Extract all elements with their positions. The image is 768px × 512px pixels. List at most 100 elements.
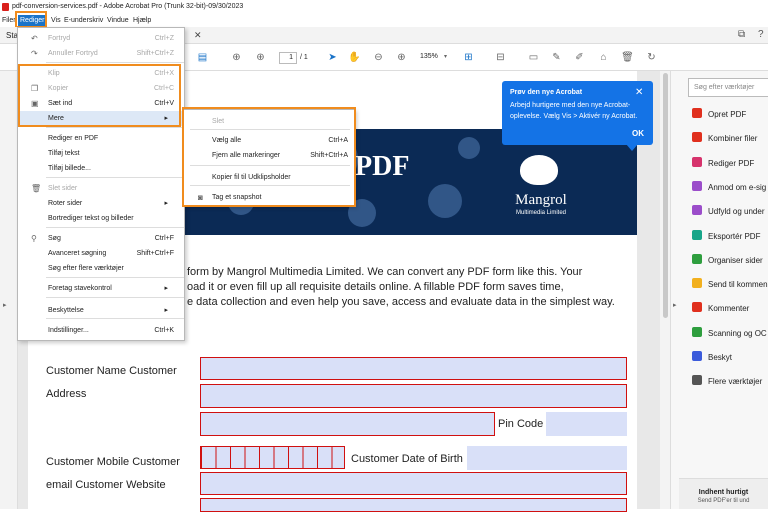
edit-menu-item-label: Søg efter flere værktøjer bbox=[48, 265, 124, 272]
label-customer-name: Customer Name Customer bbox=[46, 365, 177, 377]
edit-menu-item-shortcut: Ctrl+F bbox=[154, 235, 174, 242]
left-nav-panel: ▸ bbox=[0, 71, 18, 509]
hand-tool-icon[interactable]: ✋ bbox=[348, 51, 361, 64]
menu-bar: Filer Rediger Vis E-underskriv Vindue Hj… bbox=[0, 14, 768, 27]
tool-item[interactable]: Beskyt bbox=[692, 351, 732, 365]
banner-title: PDF bbox=[355, 151, 410, 182]
menu-hjaelp[interactable]: Hjælp bbox=[133, 14, 151, 27]
tool-icon bbox=[692, 278, 702, 289]
edit-menu-item[interactable]: ↶ Fortryd Ctrl+Z bbox=[18, 31, 184, 46]
submenu-arrow-icon: ▸ bbox=[164, 285, 168, 292]
zoom-out-icon[interactable]: ⊖ bbox=[372, 51, 385, 64]
edit-menu-item[interactable]: ⚲ Søg Ctrl+F bbox=[18, 231, 184, 246]
address-field-1[interactable] bbox=[200, 384, 627, 408]
stamp-icon[interactable]: ⌂ bbox=[597, 51, 610, 64]
comment-icon[interactable]: ▭ bbox=[527, 51, 540, 64]
tool-search-input[interactable]: Søg efter værktøjer bbox=[688, 78, 768, 97]
highlight-pen-icon[interactable]: ✎ bbox=[550, 51, 563, 64]
next-page-icon[interactable]: ⊕ bbox=[254, 51, 267, 64]
dob-field[interactable] bbox=[467, 446, 627, 470]
edit-menu-item-label: Foretag stavekontrol bbox=[48, 285, 112, 292]
edit-menu-item-shortcut: Shift+Ctrl+F bbox=[136, 250, 174, 257]
tool-icon bbox=[692, 302, 702, 313]
tool-item[interactable]: Send til kommen bbox=[692, 278, 768, 292]
label-address: Address bbox=[46, 388, 87, 400]
title-bar: pdf-conversion-services.pdf - Adobe Acro… bbox=[0, 0, 768, 14]
mobile-field[interactable] bbox=[200, 446, 345, 469]
edit-menu-item-label: Bortrediger tekst og billeder bbox=[48, 215, 134, 222]
delete-icon[interactable]: 🗑 bbox=[621, 51, 634, 64]
tool-item[interactable]: Udfyld og under bbox=[692, 205, 764, 219]
label-pin-code: Pin Code bbox=[498, 418, 544, 430]
address-field-2[interactable] bbox=[200, 412, 495, 436]
undo-icon: ↶ bbox=[31, 34, 38, 43]
tool-item[interactable]: Organiser sider bbox=[692, 253, 763, 268]
edit-menu-item[interactable]: Rediger en PDF bbox=[18, 131, 184, 146]
edit-menu-item[interactable]: 🗑 Slet sider bbox=[18, 181, 184, 196]
menu-filer[interactable]: Filer bbox=[2, 14, 16, 27]
edit-menu-item[interactable]: Indstillinger... Ctrl+K bbox=[18, 323, 184, 338]
tool-item[interactable]: Kommenter bbox=[692, 302, 749, 316]
scrollbar-thumb[interactable] bbox=[663, 73, 668, 318]
select-cursor-icon[interactable]: ➤ bbox=[326, 51, 339, 64]
tool-icon bbox=[692, 351, 702, 361]
expand-left-panel-icon[interactable]: ▸ bbox=[3, 301, 7, 309]
edit-menu-item[interactable]: Avanceret søgning Shift+Ctrl+F bbox=[18, 246, 184, 261]
edit-menu-item[interactable]: Foretag stavekontrol ▸ bbox=[18, 281, 184, 296]
collapse-right-panel-icon[interactable]: ▸ bbox=[673, 301, 677, 309]
edit-menu-item[interactable]: Beskyttelse ▸ bbox=[18, 303, 184, 318]
website-field[interactable] bbox=[200, 498, 627, 512]
tool-item[interactable]: Eksportér PDF bbox=[692, 229, 760, 244]
highlight-more-submenu bbox=[182, 107, 356, 207]
tool-label: Send til kommen bbox=[708, 280, 768, 290]
edit-menu-item[interactable]: Bortrediger tekst og billeder bbox=[18, 211, 184, 226]
menu-separator bbox=[46, 62, 184, 63]
customer-name-field[interactable] bbox=[200, 357, 627, 380]
draw-icon[interactable]: ✐ bbox=[573, 51, 586, 64]
popup-pointer bbox=[626, 144, 638, 151]
edit-menu-item[interactable]: Tilføj billede... bbox=[18, 161, 184, 176]
page-display-icon[interactable]: ⊞ bbox=[462, 51, 475, 64]
tool-item[interactable]: Rediger PDF bbox=[692, 156, 755, 171]
page-number-input[interactable]: 1 bbox=[279, 52, 297, 64]
zoom-in-icon[interactable]: ⊕ bbox=[395, 51, 408, 64]
tool-icon bbox=[692, 132, 702, 143]
tool-label: Rediger PDF bbox=[708, 158, 755, 168]
zoom-dropdown-icon[interactable]: ▾ bbox=[444, 53, 447, 60]
pin-code-field[interactable] bbox=[546, 412, 627, 436]
label-dob: Customer Date of Birth bbox=[351, 453, 463, 465]
menu-e-underskriv[interactable]: E-underskriv bbox=[64, 14, 103, 27]
tool-item[interactable]: Kombiner filer bbox=[692, 132, 757, 146]
zoom-level[interactable]: 135% bbox=[420, 53, 438, 60]
tool-item[interactable]: Flere værktøjer bbox=[692, 375, 762, 389]
edit-menu-item[interactable]: Søg efter flere værktøjer bbox=[18, 261, 184, 276]
prev-page-icon[interactable]: ⊕ bbox=[230, 51, 243, 64]
redo-icon: ↷ bbox=[31, 49, 38, 58]
edit-menu-item-label: Avanceret søgning bbox=[48, 250, 107, 257]
menu-separator bbox=[46, 297, 184, 298]
popup-ok-button[interactable]: OK bbox=[632, 129, 644, 138]
mangrol-logo-icon bbox=[520, 155, 558, 185]
popup-close-icon[interactable]: ✕ bbox=[635, 87, 643, 98]
tool-label: Opret PDF bbox=[708, 110, 747, 119]
menu-vindue[interactable]: Vindue bbox=[107, 14, 129, 27]
scroll-mode-icon[interactable]: ⊟ bbox=[494, 51, 507, 64]
edit-menu-item[interactable]: Tilføj tekst bbox=[18, 146, 184, 161]
edit-menu-item-label: Beskyttelse bbox=[48, 307, 84, 314]
rotate-icon[interactable]: ↻ bbox=[645, 51, 658, 64]
close-tab-icon[interactable]: ✕ bbox=[194, 30, 202, 41]
edit-menu-item-label: Fortryd bbox=[48, 35, 71, 42]
tool-item[interactable]: Scanning og OC bbox=[692, 326, 767, 341]
email-field[interactable] bbox=[200, 472, 627, 495]
save-icon[interactable]: ▤ bbox=[196, 51, 209, 64]
trash-icon: 🗑 bbox=[31, 184, 42, 193]
label-email: email Customer Website bbox=[46, 479, 166, 491]
help-icon[interactable]: ? bbox=[758, 29, 764, 40]
tool-item[interactable]: Anmod om e-sig bbox=[692, 180, 766, 195]
edit-menu-item[interactable]: Roter sider ▸ bbox=[18, 196, 184, 211]
vertical-scrollbar[interactable] bbox=[660, 71, 670, 509]
menu-vis[interactable]: Vis bbox=[51, 14, 61, 27]
tool-item[interactable]: Opret PDF bbox=[692, 108, 746, 122]
share-icon[interactable]: ⧉ bbox=[738, 29, 745, 40]
edit-menu-item[interactable]: ↷ Annuller Fortryd Shift+Ctrl+Z bbox=[18, 46, 184, 61]
